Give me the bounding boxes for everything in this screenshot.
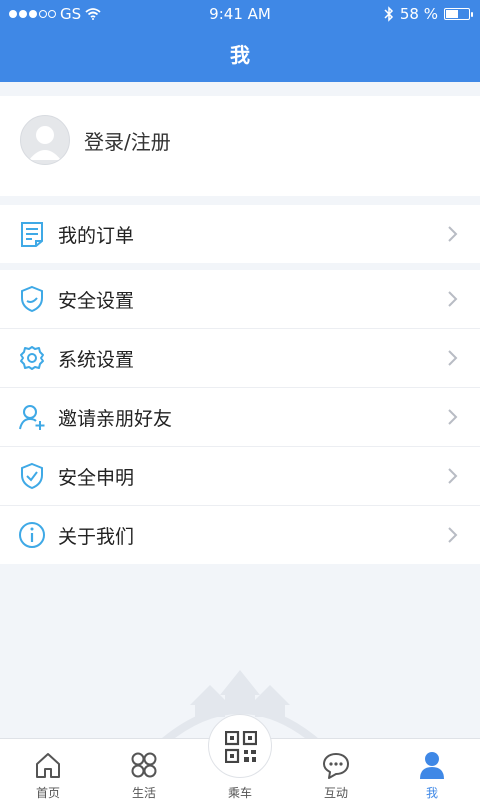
tab-interact[interactable]: 互动: [288, 739, 384, 801]
tab-label: 首页: [35, 786, 60, 800]
bluetooth-icon: [384, 6, 393, 22]
battery-fill: [446, 10, 458, 18]
chevron-right-icon: [448, 291, 458, 307]
ride-qr-button[interactable]: [208, 714, 272, 778]
battery-percent: 58 %: [399, 5, 438, 23]
menu-item-about-us[interactable]: 关于我们: [0, 506, 480, 564]
status-bar: GS 9:41 AM 58 %: [0, 0, 480, 28]
orders-section: 我的订单: [0, 205, 480, 263]
shield-check-icon: [21, 462, 43, 490]
tab-label: 生活: [131, 786, 156, 800]
menu-item-system-settings[interactable]: 系统设置: [0, 329, 480, 388]
info-icon: [19, 522, 45, 548]
person-icon: [420, 752, 444, 779]
qr-code-icon: [225, 731, 257, 763]
login-register-link[interactable]: 登录/注册: [84, 126, 171, 155]
tab-label: 我: [425, 786, 438, 800]
avatar[interactable]: [20, 115, 70, 165]
status-right: 58 %: [384, 5, 473, 23]
battery-icon: [444, 8, 473, 20]
tab-home[interactable]: 首页: [0, 739, 96, 801]
chevron-right-icon: [448, 350, 458, 366]
tab-label: 乘车: [227, 786, 252, 800]
menu-item-security-settings[interactable]: 安全设置: [0, 270, 480, 329]
profile-card[interactable]: 登录/注册: [0, 96, 480, 196]
chat-icon: [323, 753, 349, 779]
chevron-right-icon: [448, 226, 458, 242]
settings-section: 安全设置 系统设置 邀请亲朋好友 安全申明 关于我们: [0, 270, 480, 564]
menu-item-security-statement[interactable]: 安全申明: [0, 447, 480, 506]
menu-item-label: 安全申明: [58, 467, 135, 489]
menu-item-invite-friends[interactable]: 邀请亲朋好友: [0, 388, 480, 447]
menu-item-orders[interactable]: 我的订单: [0, 205, 480, 263]
menu-item-label: 邀请亲朋好友: [58, 408, 173, 430]
page-title: 我: [0, 28, 480, 82]
tab-label: 互动: [323, 786, 348, 800]
menu-item-label: 我的订单: [58, 225, 135, 247]
tab-me[interactable]: 我: [384, 739, 480, 801]
add-user-icon: [19, 405, 45, 430]
chevron-right-icon: [448, 409, 458, 425]
tab-life[interactable]: 生活: [96, 739, 192, 801]
avatar-placeholder-icon: [29, 126, 61, 160]
gear-icon: [20, 346, 44, 370]
menu-item-label: 安全设置: [58, 290, 135, 312]
chevron-right-icon: [448, 527, 458, 543]
menu-item-label: 系统设置: [58, 349, 135, 371]
life-icon: [131, 752, 157, 778]
order-list-icon: [21, 222, 43, 247]
shield-icon: [21, 285, 43, 313]
chevron-right-icon: [448, 468, 458, 484]
home-icon: [36, 753, 60, 778]
menu-item-label: 关于我们: [58, 526, 135, 548]
